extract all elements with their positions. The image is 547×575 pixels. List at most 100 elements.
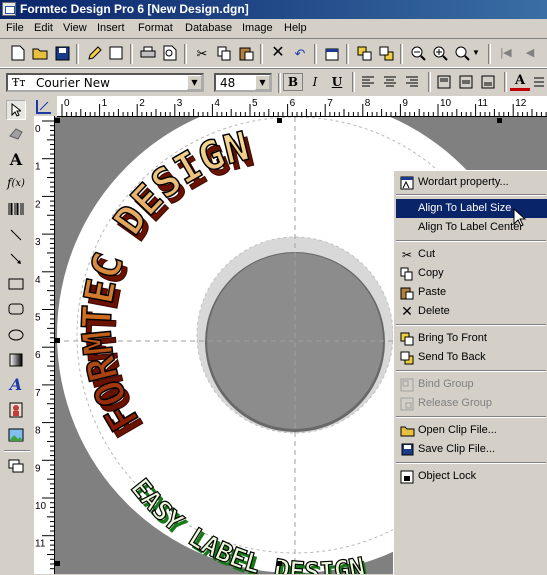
ruler-label: 4: [214, 98, 220, 109]
save-icon: [399, 442, 415, 457]
prev-page-icon[interactable]: ◀: [520, 43, 540, 63]
selection-handle[interactable]: [497, 118, 502, 123]
italic-button[interactable]: I: [305, 73, 325, 91]
menu-view[interactable]: View: [63, 22, 87, 34]
image-tool-icon[interactable]: [6, 425, 26, 445]
new-file-icon[interactable]: [8, 43, 28, 63]
bind-group-icon: [399, 377, 415, 392]
toolbar-separator: [184, 44, 187, 64]
menu-item-label: Bring To Front: [418, 332, 487, 344]
menu-item-object-lock[interactable]: Object Lock: [396, 467, 547, 486]
first-page-icon[interactable]: |◀: [496, 43, 516, 63]
undo-icon[interactable]: ↶: [290, 43, 310, 63]
select-pointer-icon[interactable]: [6, 100, 26, 120]
chevron-down-icon[interactable]: ▼: [470, 43, 482, 63]
menu-item-wordart-property[interactable]: Wordart property...: [396, 173, 547, 192]
align-right-icon[interactable]: [402, 72, 422, 92]
menu-item-save-clip-file[interactable]: Save Clip File...: [396, 440, 547, 459]
menu-item-open-clip-file[interactable]: Open Clip File...: [396, 421, 547, 440]
properties-icon[interactable]: [322, 43, 342, 63]
menu-database[interactable]: Database: [185, 22, 232, 34]
layers-tool-icon[interactable]: [6, 456, 26, 476]
paste-icon[interactable]: [236, 43, 256, 63]
ruler-label: 7: [327, 98, 333, 109]
gradient-tool-icon[interactable]: [6, 350, 26, 370]
rounded-rect-tool-icon[interactable]: [6, 299, 26, 319]
cut-icon[interactable]: ✂: [192, 43, 212, 63]
chevron-down-icon[interactable]: ▼: [255, 75, 270, 90]
menu-edit[interactable]: Edit: [34, 22, 53, 34]
open-folder-icon[interactable]: [30, 43, 50, 63]
ruler-label: 1: [35, 162, 41, 173]
vertical-ruler[interactable]: 0 1 2 3 4 5 6 7 8 9 10 11: [34, 116, 55, 574]
formula-tool-icon[interactable]: f (x): [6, 173, 26, 193]
text-tool-icon[interactable]: A: [6, 149, 26, 169]
menu-bar: File Edit View Insert Format Database Im…: [0, 19, 547, 39]
frame-icon[interactable]: [106, 43, 126, 63]
rotate-icon[interactable]: [6, 123, 26, 143]
menu-item-label: Release Group: [418, 397, 492, 409]
menu-item-label: Open Clip File...: [418, 424, 497, 436]
menu-item-label: Copy: [418, 267, 444, 279]
chevron-down-icon[interactable]: ▼: [187, 75, 202, 90]
truetype-icon: Ŧт: [12, 76, 26, 89]
selection-handle[interactable]: [55, 561, 60, 566]
print-icon[interactable]: [138, 43, 158, 63]
selection-handle[interactable]: [277, 118, 282, 123]
ellipse-tool-icon[interactable]: [6, 325, 26, 345]
menu-item-send-to-back[interactable]: Send To Back: [396, 348, 547, 367]
align-left-icon[interactable]: [358, 72, 378, 92]
bold-button[interactable]: B: [283, 73, 303, 91]
line-icon[interactable]: [532, 72, 546, 92]
save-icon[interactable]: [52, 43, 72, 63]
menu-item-bring-to-front[interactable]: Bring To Front: [396, 329, 547, 348]
menu-image[interactable]: Image: [242, 22, 273, 34]
line-tool-icon[interactable]: [6, 225, 26, 245]
menu-file[interactable]: File: [6, 22, 24, 34]
menu-item-delete[interactable]: ✕ Delete: [396, 302, 547, 321]
zoom-in-icon[interactable]: [430, 43, 450, 63]
barcode-tool-icon[interactable]: [6, 199, 26, 219]
valign-middle-icon[interactable]: [456, 72, 476, 92]
menu-item-label: Object Lock: [418, 470, 477, 482]
align-center-icon[interactable]: [380, 72, 400, 92]
menu-insert[interactable]: Insert: [97, 22, 125, 34]
menu-item-bind-group[interactable]: Bind Group: [396, 375, 547, 394]
arrow-tool-icon[interactable]: [6, 249, 26, 269]
horizontal-ruler[interactable]: 0 1 2 3 4 5 6 7 8 9 10 11 12: [57, 96, 547, 117]
lock-icon: [399, 469, 415, 484]
rectangle-tool-icon[interactable]: [6, 274, 26, 294]
clipart-tool-icon[interactable]: [6, 400, 26, 420]
print-preview-icon[interactable]: [160, 43, 180, 63]
menu-help[interactable]: Help: [284, 22, 307, 34]
app-icon[interactable]: [2, 2, 16, 16]
copy-icon[interactable]: [214, 43, 234, 63]
text-color-icon[interactable]: A: [510, 72, 530, 91]
wordart-tool-icon[interactable]: A: [6, 374, 26, 394]
send-back-icon: [399, 350, 415, 365]
menu-item-copy[interactable]: Copy: [396, 264, 547, 283]
zoom-menu-icon[interactable]: [452, 43, 472, 63]
font-name-value: Courier New: [36, 76, 110, 90]
ruler-label: 9: [402, 98, 408, 109]
selection-handle[interactable]: [55, 118, 60, 123]
menu-item-release-group[interactable]: Release Group: [396, 394, 547, 413]
edit-pencil-icon[interactable]: [84, 43, 104, 63]
menu-format[interactable]: Format: [138, 22, 173, 34]
ruler-label: 0: [35, 124, 41, 135]
valign-bottom-icon[interactable]: [478, 72, 498, 92]
menu-item-paste[interactable]: Paste: [396, 283, 547, 302]
font-size-select[interactable]: 48 ▼: [214, 73, 272, 92]
valign-top-icon[interactable]: [434, 72, 454, 92]
underline-button[interactable]: U: [327, 73, 347, 91]
selection-handle[interactable]: [55, 338, 60, 343]
selection-handle[interactable]: [277, 561, 282, 566]
bring-front-icon[interactable]: [354, 43, 374, 63]
delete-icon[interactable]: ✕: [268, 43, 288, 63]
font-name-select[interactable]: Ŧт Courier New ▼: [6, 73, 204, 92]
zoom-out-icon[interactable]: [408, 43, 428, 63]
paste-icon: [399, 285, 415, 300]
menu-item-cut[interactable]: ✂ Cut: [396, 245, 547, 264]
vertical-ruler-ticks: 0 1 2 3 4 5 6 7 8 9 10 11: [35, 120, 54, 570]
send-back-icon[interactable]: [376, 43, 396, 63]
